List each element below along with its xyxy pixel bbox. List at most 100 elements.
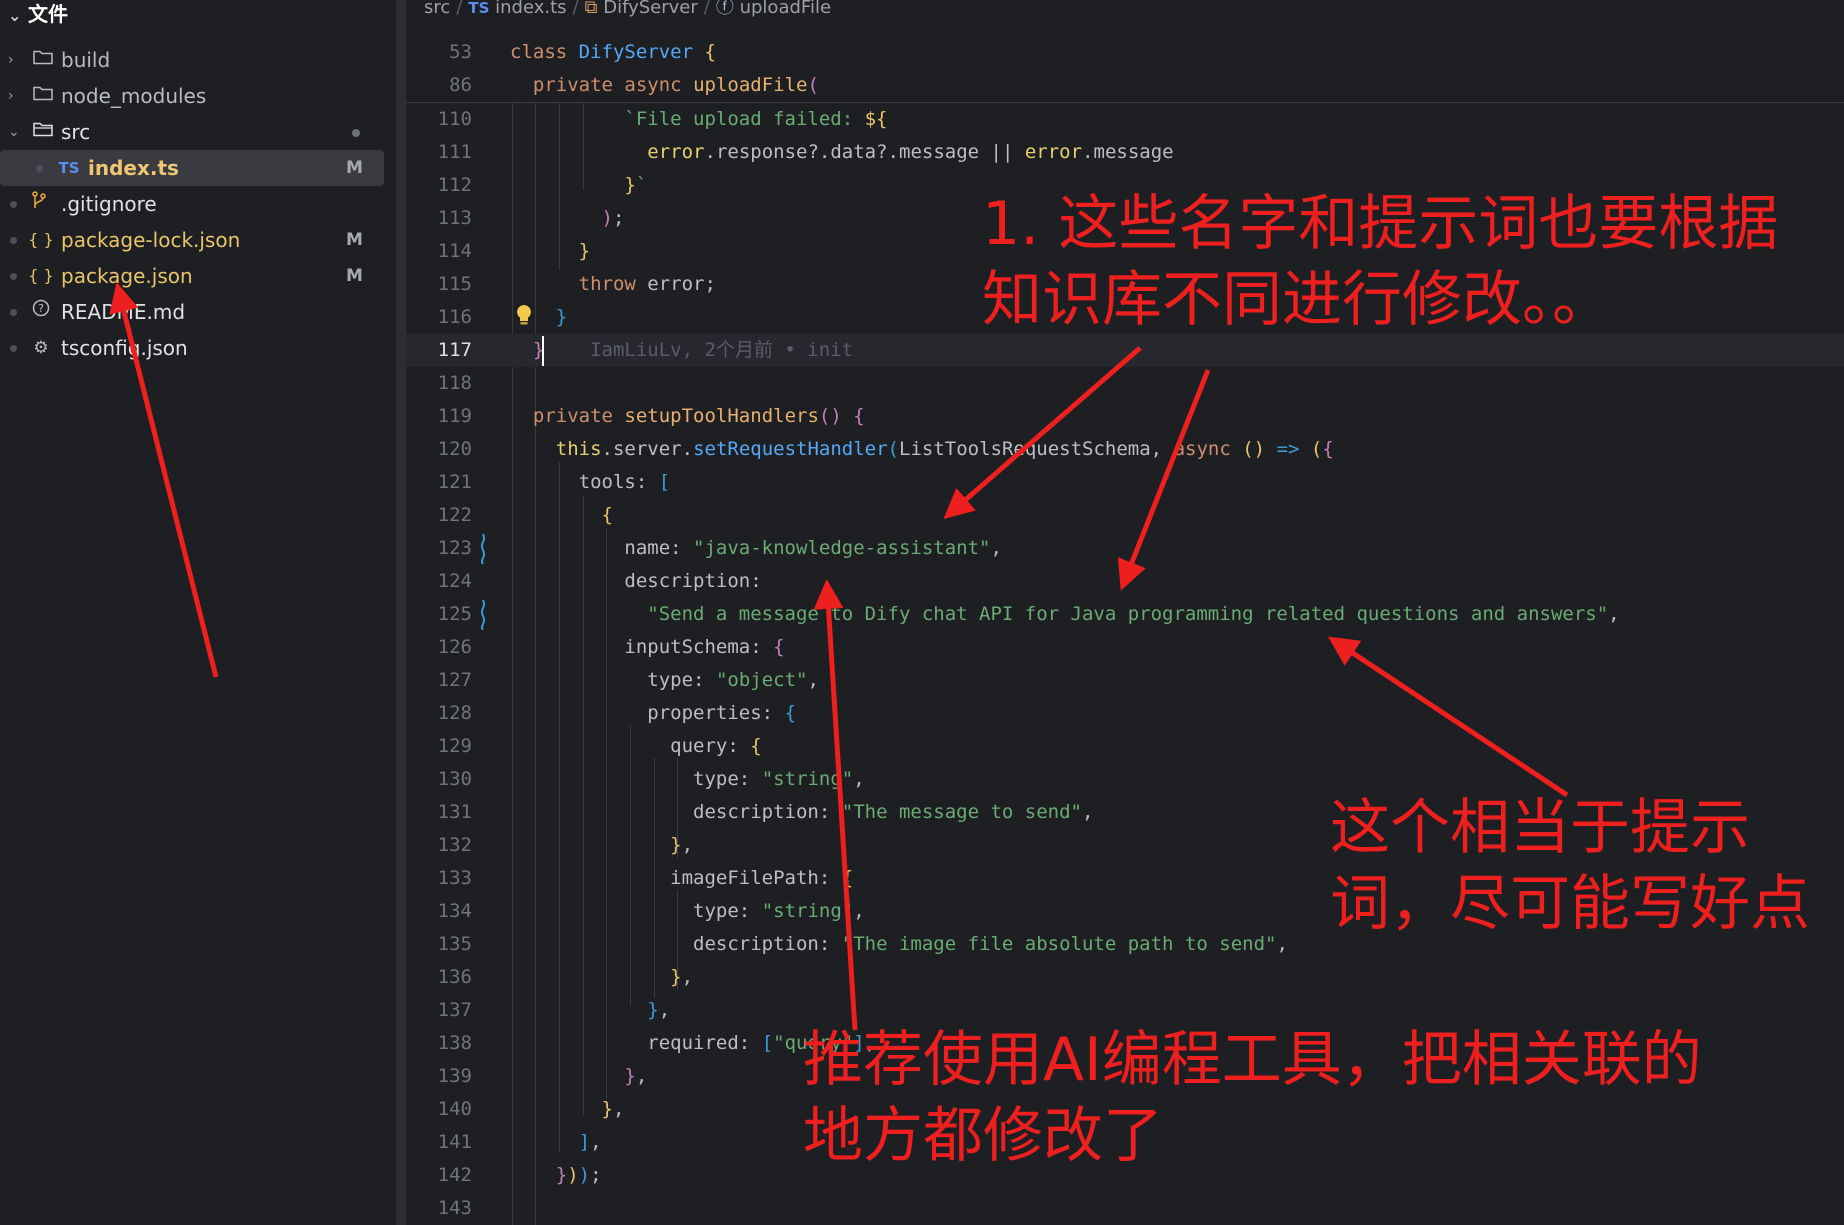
line-number: 53 — [449, 41, 472, 63]
line-number: 110 — [437, 108, 472, 130]
code-text: }, — [601, 1098, 625, 1120]
tree-item-label: .gitignore — [61, 192, 157, 216]
line-number: 118 — [437, 372, 472, 394]
line-number: 113 — [437, 207, 472, 229]
annotation-text: 这个相当于提示 — [1330, 793, 1750, 863]
line-number: 138 — [437, 1032, 472, 1054]
code-line[interactable]: 121 tools: [ — [406, 466, 1844, 499]
tree-item-gitignore[interactable]: .gitignore — [0, 186, 396, 222]
tree-item-label: package.json — [61, 264, 193, 288]
code-text: type: "string", — [693, 768, 865, 790]
lightbulb-icon[interactable] — [514, 303, 534, 329]
folder-icon — [30, 42, 56, 78]
code-line[interactable]: 122 { — [406, 499, 1844, 532]
code-text: type: "string", — [693, 900, 865, 922]
code-text: type: "object", — [647, 669, 819, 691]
line-number: 123 — [437, 537, 472, 559]
code-line[interactable]: 125 "Send a message to Dify chat API for… — [406, 598, 1844, 631]
typescript-file-icon: TS — [58, 159, 80, 177]
code-text: tools: [ — [578, 471, 671, 493]
gear-icon: ⚙ — [33, 338, 49, 358]
git-blame-inline[interactable]: IamLiuLv, 2个月前 • init — [590, 339, 853, 361]
code-line[interactable]: 53 class DifyServer { — [406, 36, 1844, 69]
line-number: 119 — [437, 405, 472, 427]
tree-item-node-modules[interactable]: › node_modules — [0, 78, 396, 114]
breadcrumb-method[interactable]: uploadFile — [740, 0, 831, 18]
code-line[interactable]: 127 type: "object", — [406, 664, 1844, 697]
line-number: 131 — [437, 801, 472, 823]
tree-item-package-lock-json[interactable]: { } package-lock.json M — [0, 222, 396, 258]
tree-item-package-json[interactable]: { } package.json M — [0, 258, 396, 294]
tree-item-label: tsconfig.json — [61, 336, 188, 360]
line-number: 122 — [437, 504, 472, 526]
code-text: query: { — [670, 735, 762, 757]
modified-dot-icon — [352, 129, 360, 137]
code-line[interactable]: 120 this.server.setRequestHandler(ListTo… — [406, 433, 1844, 466]
vcs-dot-icon — [10, 273, 17, 280]
line-number: 129 — [437, 735, 472, 757]
line-number: 132 — [437, 834, 472, 856]
folder-icon — [30, 78, 56, 114]
code-line-current[interactable]: 117 } IamLiuLv, 2个月前 • init — [406, 334, 1844, 367]
tree-item-label: index.ts — [88, 156, 179, 180]
code-line[interactable]: 136 }, — [406, 961, 1844, 994]
line-number: 139 — [437, 1065, 472, 1087]
vcs-change-marker[interactable] — [481, 599, 485, 631]
code-line[interactable]: 129 query: { — [406, 730, 1844, 763]
code-text: ], — [578, 1131, 602, 1153]
folder-open-icon — [30, 114, 56, 150]
code-text: `File upload failed: ${ — [624, 108, 888, 130]
chevron-down-icon: ⌄ — [8, 124, 20, 140]
method-icon: ⓕ — [715, 0, 734, 18]
code-line[interactable]: 143 — [406, 1192, 1844, 1225]
vcs-dot-icon — [36, 165, 43, 172]
code-text: imageFilePath: { — [670, 867, 854, 889]
breadcrumb-file[interactable]: index.ts — [495, 0, 566, 18]
code-text: this.server.setRequestHandler(ListToolsR… — [555, 438, 1334, 460]
line-number: 143 — [437, 1197, 472, 1219]
code-text: }, — [670, 966, 694, 988]
code-line[interactable]: 123 name: "java-knowledge-assistant", — [406, 532, 1844, 565]
git-modified-badge: M — [346, 230, 363, 250]
file-explorer: ⌄ 文件 › build › node_modules ⌄ src TS inde… — [0, 0, 396, 1225]
vcs-change-marker[interactable] — [481, 533, 485, 565]
code-line[interactable]: 86 private async uploadFile( — [406, 69, 1844, 102]
vcs-dot-icon — [10, 237, 17, 244]
line-number: 112 — [437, 174, 472, 196]
line-number: 133 — [437, 867, 472, 889]
code-text: properties: { — [647, 702, 797, 724]
typescript-icon: TS — [468, 0, 490, 17]
annotation-text: 推荐使用AI编程工具，把相关联的 — [803, 1025, 1702, 1095]
breadcrumb-src[interactable]: src — [424, 0, 450, 18]
tree-item-label: build — [61, 48, 111, 72]
sidebar-splitter[interactable] — [396, 0, 406, 1225]
line-number: 116 — [437, 306, 472, 328]
tree-item-build[interactable]: › build — [0, 42, 396, 78]
code-line[interactable]: 124 description: — [406, 565, 1844, 598]
line-number: 127 — [437, 669, 472, 691]
explorer-header[interactable]: ⌄ 文件 — [8, 0, 68, 30]
tree-item-src[interactable]: ⌄ src — [0, 114, 396, 150]
line-number: 142 — [437, 1164, 472, 1186]
code-text: description: — [624, 570, 762, 592]
code-line[interactable]: 126 inputSchema: { — [406, 631, 1844, 664]
tree-item-index-ts[interactable]: TS index.ts M — [0, 150, 384, 186]
class-icon: ⧉ — [584, 0, 598, 18]
code-line[interactable]: 111 error.response?.data?.message || err… — [406, 136, 1844, 169]
code-text: class DifyServer { — [510, 41, 716, 63]
line-number: 117 — [437, 339, 472, 361]
code-text: "Send a message to Dify chat API for Jav… — [647, 603, 1620, 625]
tree-item-label: README.md — [61, 300, 186, 324]
breadcrumb-class[interactable]: DifyServer — [603, 0, 698, 18]
chevron-right-icon: › — [8, 52, 14, 68]
code-line[interactable]: 118 — [406, 367, 1844, 400]
vcs-dot-icon — [10, 309, 17, 316]
tree-item-readme-md[interactable]: ? README.md — [0, 294, 396, 330]
vcs-dot-icon — [10, 345, 17, 352]
line-number: 121 — [437, 471, 472, 493]
code-line[interactable]: 128 properties: { — [406, 697, 1844, 730]
code-line[interactable]: 119 private setupToolHandlers() { — [406, 400, 1844, 433]
tree-item-tsconfig-json[interactable]: ⚙ tsconfig.json — [0, 330, 396, 366]
code-line[interactable]: 110 `File upload failed: ${ — [406, 103, 1844, 136]
code-text: ); — [601, 207, 625, 229]
